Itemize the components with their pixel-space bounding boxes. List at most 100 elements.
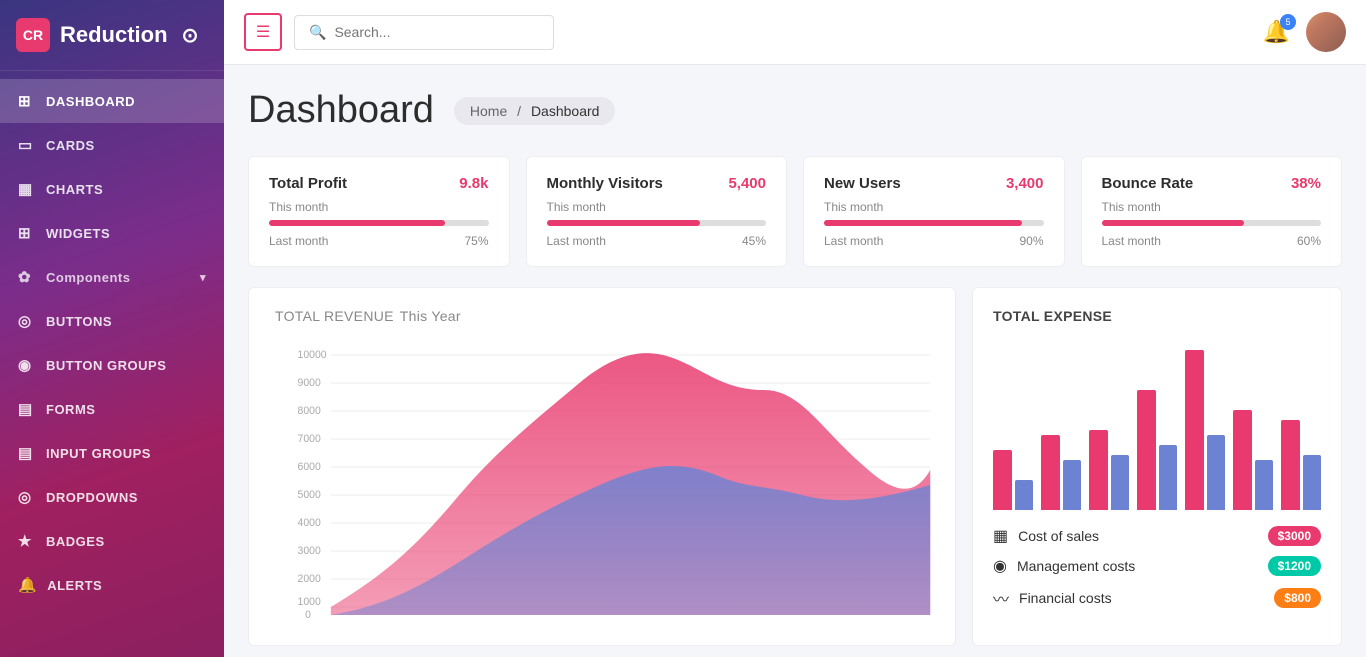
sidebar-item-dashboard[interactable]: ⊞ DASHBOARD — [0, 79, 224, 123]
input-groups-icon: ▤ — [18, 444, 36, 462]
sidebar-item-dropdowns[interactable]: ◎ DROPDOWNS — [0, 475, 224, 519]
sidebar-item-label: DASHBOARD — [46, 94, 135, 109]
stat-top: Bounce Rate 38% — [1102, 175, 1322, 192]
bar-blue — [1255, 460, 1274, 510]
bar-group — [1281, 420, 1321, 510]
financial-badge: $800 — [1274, 588, 1321, 608]
bar-pink — [1137, 390, 1156, 510]
stat-value: 9.8k — [459, 175, 488, 192]
page-header: Dashboard Home / Dashboard — [248, 89, 1342, 132]
header-right: 🔔 5 — [1263, 12, 1346, 52]
charts-icon: ▦ — [18, 180, 36, 198]
chevron-down-icon: ▾ — [200, 271, 206, 284]
sidebar-item-alerts[interactable]: 🔔 ALERTS — [0, 563, 224, 607]
bar-blue — [1207, 435, 1226, 510]
breadcrumb-home[interactable]: Home — [470, 103, 507, 119]
stat-bar-outer — [547, 220, 767, 226]
sidebar-item-components[interactable]: ✿ Components ▾ — [0, 255, 224, 299]
stat-bar-inner — [269, 220, 445, 226]
bar-pink — [993, 450, 1012, 510]
sidebar-item-button-groups[interactable]: ◉ BUTTON GROUPS — [0, 343, 224, 387]
revenue-area-chart: 10000 9000 8000 7000 6000 5000 4000 3000… — [269, 340, 935, 620]
button-groups-icon: ◉ — [18, 356, 36, 374]
svg-text:2000: 2000 — [298, 573, 321, 585]
stat-card-users: New Users 3,400 This month Last month 90… — [803, 156, 1065, 267]
last-label: Last month — [1102, 234, 1161, 248]
stat-top: Monthly Visitors 5,400 — [547, 175, 767, 192]
content-area: Dashboard Home / Dashboard Total Profit … — [224, 65, 1366, 657]
stat-last: Last month 60% — [1102, 234, 1322, 248]
page-title: Dashboard — [248, 89, 434, 132]
stat-last: Last month 45% — [547, 234, 767, 248]
last-label: Last month — [547, 234, 606, 248]
charts-row: TOTAL REVENUEThis Year 10000 9000 8000 7… — [248, 287, 1342, 646]
bar-pink — [1089, 430, 1108, 510]
sidebar-item-buttons[interactable]: ◎ BUTTONS — [0, 299, 224, 343]
legend-item-financial: 〰 Financial costs $800 — [993, 586, 1321, 610]
bar-pink — [1041, 435, 1060, 510]
stat-value: 5,400 — [728, 175, 766, 192]
sidebar-item-forms[interactable]: ▤ FORMS — [0, 387, 224, 431]
sidebar-item-label: Components — [46, 270, 130, 285]
sidebar-item-cards[interactable]: ▭ CARDS — [0, 123, 224, 167]
bar-group — [993, 450, 1033, 510]
last-pct: 90% — [1019, 234, 1043, 248]
bar-blue — [1015, 480, 1034, 510]
search-box: 🔍 — [294, 15, 554, 50]
svg-text:1000: 1000 — [298, 596, 321, 608]
avatar[interactable] — [1306, 12, 1346, 52]
last-label: Last month — [269, 234, 328, 248]
sidebar-item-label: BUTTONS — [46, 314, 112, 329]
logo-name: Reduction — [60, 22, 168, 48]
sidebar-item-charts[interactable]: ▦ CHARTS — [0, 167, 224, 211]
sidebar-nav: ⊞ DASHBOARD ▭ CARDS ▦ CHARTS ⊞ WIDGETS ✿… — [0, 71, 224, 657]
sidebar-item-widgets[interactable]: ⊞ WIDGETS — [0, 211, 224, 255]
components-icon: ✿ — [18, 268, 36, 286]
search-input[interactable] — [334, 24, 539, 40]
stat-sub: This month — [1102, 200, 1322, 214]
management-badge: $1200 — [1268, 556, 1321, 576]
legend-item-management: ◉ Management costs $1200 — [993, 556, 1321, 576]
sidebar-logo: CR Reduction ⊙ — [0, 0, 224, 71]
bar-group — [1233, 410, 1273, 510]
svg-text:8000: 8000 — [298, 405, 321, 417]
breadcrumb: Home / Dashboard — [454, 97, 616, 125]
svg-text:7000: 7000 — [298, 433, 321, 445]
avatar-image — [1306, 12, 1346, 52]
header: ☰ 🔍 🔔 5 — [224, 0, 1366, 65]
stat-bar-inner — [1102, 220, 1245, 226]
stat-last: Last month 75% — [269, 234, 489, 248]
sidebar-item-label: DROPDOWNS — [46, 490, 138, 505]
bar-blue — [1303, 455, 1322, 510]
revenue-chart-title: TOTAL REVENUEThis Year — [269, 308, 935, 324]
sidebar-item-input-groups[interactable]: ▤ INPUT GROUPS — [0, 431, 224, 475]
stat-label: Total Profit — [269, 175, 347, 192]
sidebar-item-label: BUTTON GROUPS — [46, 358, 166, 373]
sidebar-item-label: CHARTS — [46, 182, 103, 197]
stat-bar-outer — [824, 220, 1044, 226]
bar-blue — [1111, 455, 1130, 510]
stat-card-visitors: Monthly Visitors 5,400 This month Last m… — [526, 156, 788, 267]
stat-value: 3,400 — [1006, 175, 1044, 192]
menu-button[interactable]: ☰ — [244, 13, 282, 51]
dashboard-icon: ⊞ — [18, 92, 36, 110]
bar-blue — [1159, 445, 1178, 510]
dropdowns-icon: ◎ — [18, 488, 36, 506]
svg-text:3000: 3000 — [298, 545, 321, 557]
svg-text:9000: 9000 — [298, 377, 321, 389]
forms-icon: ▤ — [18, 400, 36, 418]
bar-group — [1041, 435, 1081, 510]
cards-icon: ▭ — [18, 136, 36, 154]
notification-bell[interactable]: 🔔 5 — [1263, 19, 1290, 45]
stat-top: Total Profit 9.8k — [269, 175, 489, 192]
sidebar-item-badges[interactable]: ★ BADGES — [0, 519, 224, 563]
stat-cards-container: Total Profit 9.8k This month Last month … — [248, 156, 1342, 267]
cost-of-sales-label: Cost of sales — [1018, 528, 1099, 544]
bar-group — [1089, 430, 1129, 510]
sidebar-item-label: ALERTS — [47, 578, 102, 593]
bar-pink — [1281, 420, 1300, 510]
bar-group — [1137, 390, 1177, 510]
svg-text:0: 0 — [305, 609, 311, 620]
management-label: Management costs — [1017, 558, 1135, 574]
stat-last: Last month 90% — [824, 234, 1044, 248]
